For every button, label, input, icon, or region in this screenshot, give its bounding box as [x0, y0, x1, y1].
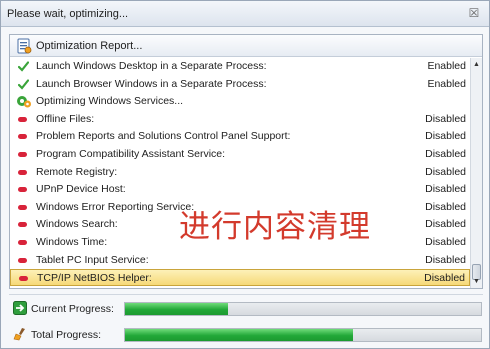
- list-item-status: Disabled: [425, 218, 466, 231]
- list-item-label: UPnP Device Host:: [36, 183, 126, 196]
- services-icon: [16, 94, 32, 109]
- list-item-label: Problem Reports and Solutions Control Pa…: [36, 130, 291, 143]
- optimizer-dialog: Please wait, optimizing... ☒ Optimizatio…: [0, 0, 490, 349]
- list-item-label: Windows Error Reporting Service:: [36, 200, 195, 213]
- list-item-label: TCP/IP NetBIOS Helper:: [37, 272, 152, 285]
- disabled-icon: [18, 237, 29, 248]
- disabled-icon: [18, 149, 29, 160]
- list-item-status: Disabled: [424, 272, 465, 285]
- disabled-icon: [19, 273, 30, 284]
- list-item[interactable]: Tablet PC Input Service: Disabled: [10, 252, 470, 269]
- list-item-label: Launch Browser Windows in a Separate Pro…: [36, 77, 267, 90]
- current-progress-bar: [124, 302, 482, 316]
- list-item-label: Optimizing Windows Services...: [36, 95, 184, 108]
- list-item[interactable]: Offline Files: Disabled: [10, 111, 470, 128]
- disabled-icon: [18, 255, 29, 266]
- scroll-down-icon[interactable]: ▼: [471, 275, 482, 288]
- broom-icon: [13, 327, 27, 341]
- list-item-status: Disabled: [425, 183, 466, 196]
- arrow-right-icon: [13, 301, 27, 315]
- list-item-status: Disabled: [425, 112, 466, 125]
- scroll-up-icon[interactable]: ▲: [471, 58, 482, 71]
- list-item-label: Offline Files:: [36, 112, 95, 125]
- list-item-status: Enabled: [427, 77, 466, 90]
- vertical-scrollbar[interactable]: ▲ ▼: [470, 58, 482, 288]
- current-progress-fill: [125, 303, 229, 315]
- list-item-status: Enabled: [427, 60, 466, 72]
- check-icon: [17, 61, 30, 72]
- list-item-label: Windows Time:: [36, 236, 108, 248]
- list-item[interactable]: Remote Registry: Disabled: [10, 164, 470, 181]
- window-title: Please wait, optimizing...: [7, 8, 129, 20]
- list-item[interactable]: Launch Windows Desktop in a Separate Pro…: [10, 58, 470, 75]
- list-item-label: Program Compatibility Assistant Service:: [36, 148, 226, 160]
- total-progress-bar: [124, 328, 482, 342]
- list-item-label: Tablet PC Input Service:: [36, 253, 149, 266]
- list-item-label: Windows Search:: [36, 218, 118, 231]
- list-item[interactable]: TCP/IP NetBIOS Helper: Disabled: [10, 269, 470, 287]
- report-header-label: Optimization Report...: [36, 40, 143, 52]
- disabled-icon: [18, 184, 29, 195]
- total-progress-label: Total Progress:: [31, 329, 102, 341]
- list-item[interactable]: Problem Reports and Solutions Control Pa…: [10, 128, 470, 145]
- title-bar: Please wait, optimizing... ☒: [1, 1, 489, 27]
- list-item-status: Disabled: [425, 130, 466, 143]
- report-rows: Launch Windows Desktop in a Separate Pro…: [10, 58, 470, 288]
- optimization-report-list[interactable]: Optimization Report... Launch Windows De…: [9, 34, 483, 289]
- list-item-label: Launch Windows Desktop in a Separate Pro…: [36, 60, 267, 72]
- report-icon: [16, 38, 32, 54]
- total-progress-fill: [125, 329, 353, 341]
- list-item[interactable]: UPnP Device Host: Disabled: [10, 181, 470, 198]
- list-item-status: Disabled: [425, 148, 466, 160]
- disabled-icon: [18, 167, 29, 178]
- list-item-status: Disabled: [425, 200, 466, 213]
- divider: [9, 294, 483, 295]
- close-icon[interactable]: ☒: [467, 6, 481, 20]
- list-item-label: Remote Registry:: [36, 165, 118, 178]
- disabled-icon: [18, 114, 29, 125]
- list-item-status: Disabled: [425, 253, 466, 266]
- overlay-caption: 进行内容清理: [179, 209, 371, 245]
- current-progress-label: Current Progress:: [31, 303, 114, 315]
- report-header: Optimization Report...: [10, 35, 482, 57]
- list-item-status: Disabled: [425, 165, 466, 178]
- disabled-icon: [18, 131, 29, 142]
- total-progress-row: Total Progress:: [11, 325, 485, 345]
- list-item[interactable]: Program Compatibility Assistant Service:…: [10, 146, 470, 163]
- section-header[interactable]: Optimizing Windows Services...: [10, 93, 470, 110]
- check-icon: [17, 78, 30, 90]
- list-item[interactable]: Launch Browser Windows in a Separate Pro…: [10, 76, 470, 93]
- current-progress-row: Current Progress:: [11, 299, 485, 319]
- disabled-icon: [18, 219, 29, 230]
- disabled-icon: [18, 202, 29, 213]
- list-item-status: Disabled: [425, 236, 466, 248]
